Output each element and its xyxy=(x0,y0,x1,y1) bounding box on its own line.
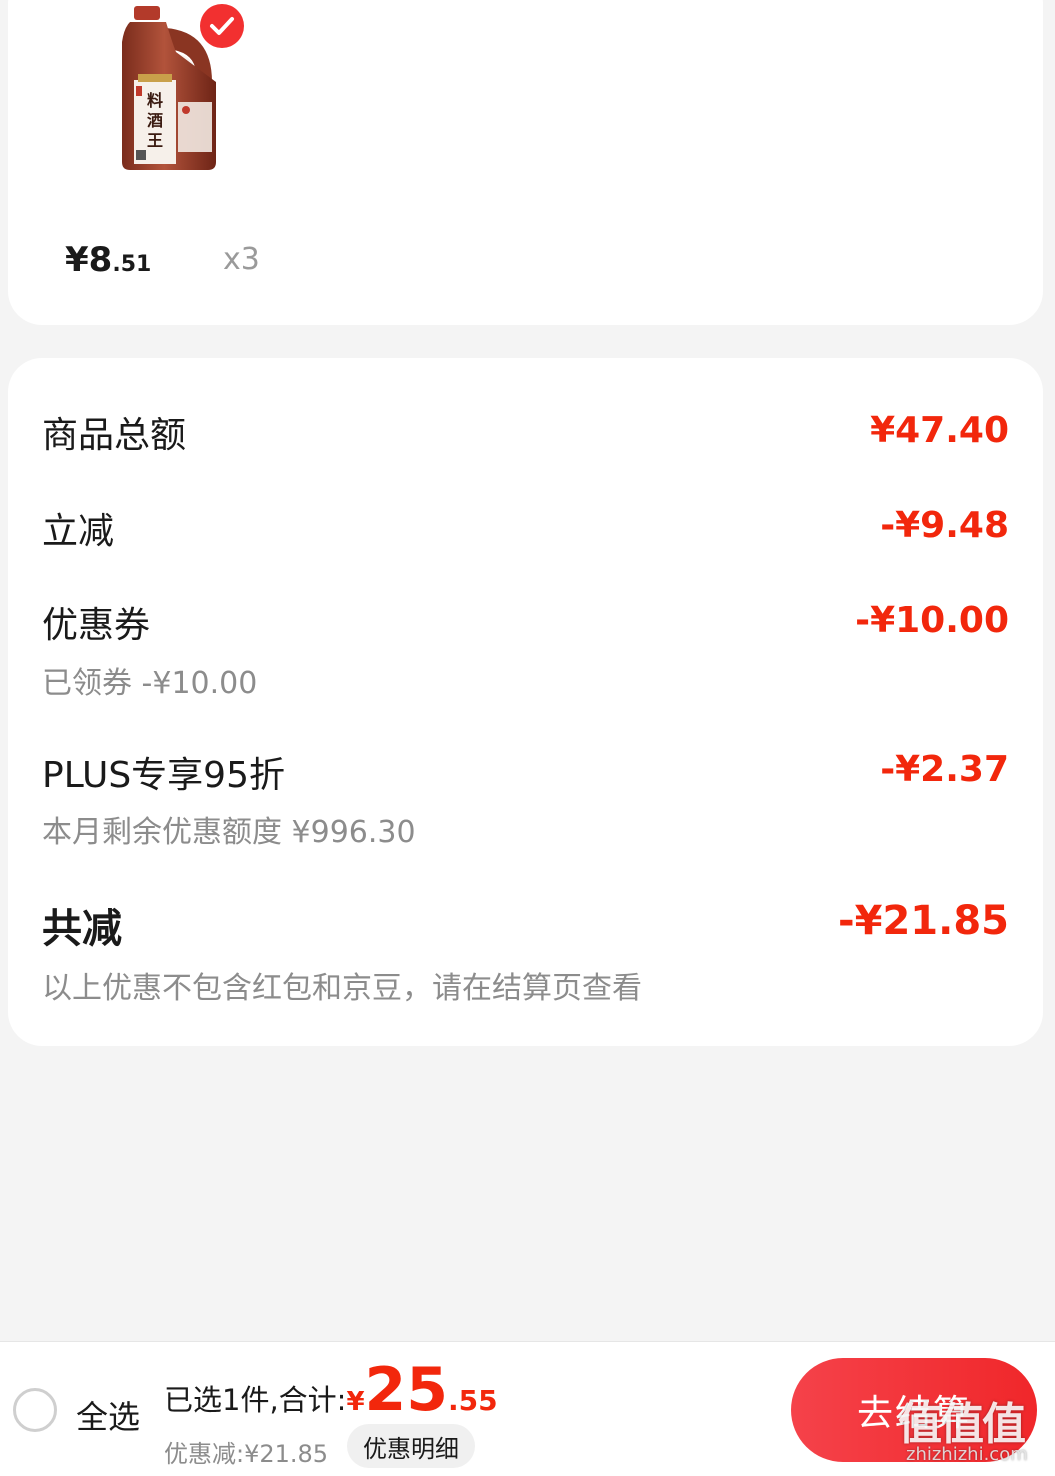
discount-note: 以上优惠不包含红包和京豆，请在结算页查看 xyxy=(42,971,642,1006)
instant-discount-label: 立减 xyxy=(42,511,115,552)
selected-count-text: 已选1件,合计: xyxy=(164,1383,347,1417)
product-card[interactable]: 料 酒 王 ¥8.51 x3 xyxy=(8,0,1043,325)
plus-discount-label: PLUS专享95折 xyxy=(42,755,285,796)
discount-amount: 优惠减:¥21.85 xyxy=(164,1440,329,1468)
item-price: ¥8.51 xyxy=(65,240,151,280)
coupon-label: 优惠券 xyxy=(42,605,151,646)
select-all-checkbox[interactable] xyxy=(13,1388,57,1432)
svg-text:王: 王 xyxy=(147,131,163,150)
total-discount-value: -¥21.85 xyxy=(838,898,1009,944)
coupon-received-note: 已领券 -¥10.00 xyxy=(42,666,258,701)
goods-total-label: 商品总额 xyxy=(42,415,187,456)
checkout-button[interactable]: 去结算 xyxy=(791,1358,1037,1462)
instant-discount-value: -¥9.48 xyxy=(880,505,1009,546)
total-integer: 25 xyxy=(364,1355,449,1425)
discount-summary-card: 商品总额 ¥47.40 立减 -¥9.48 优惠券 -¥10.00 已领券 -¥… xyxy=(8,358,1043,1046)
total-decimal: .55 xyxy=(448,1384,498,1417)
price-symbol: ¥ xyxy=(65,240,89,280)
checkout-bar: 全选 已选1件,合计:¥25.55 优惠减:¥21.85 优惠明细 去结算 xyxy=(0,1341,1055,1476)
selected-total: 已选1件,合计:¥25.55 xyxy=(164,1360,498,1420)
item-quantity[interactable]: x3 xyxy=(223,242,260,277)
goods-total-value: ¥47.40 xyxy=(870,410,1009,451)
price-integer: 8 xyxy=(88,240,113,280)
select-all-label[interactable]: 全选 xyxy=(76,1392,140,1438)
plus-discount-value: -¥2.37 xyxy=(880,749,1009,790)
coupon-value: -¥10.00 xyxy=(855,600,1009,641)
svg-text:酒: 酒 xyxy=(147,111,163,130)
plus-remaining-quota: 本月剩余优惠额度 ¥996.30 xyxy=(42,815,416,850)
price-decimal: .51 xyxy=(112,252,152,277)
svg-text:料: 料 xyxy=(147,91,163,110)
total-discount-label: 共减 xyxy=(42,906,122,952)
total-currency: ¥ xyxy=(346,1387,365,1417)
item-selected-checkbox[interactable] xyxy=(200,4,244,48)
check-icon xyxy=(210,17,234,35)
discount-detail-button[interactable]: 优惠明细 xyxy=(347,1424,475,1468)
